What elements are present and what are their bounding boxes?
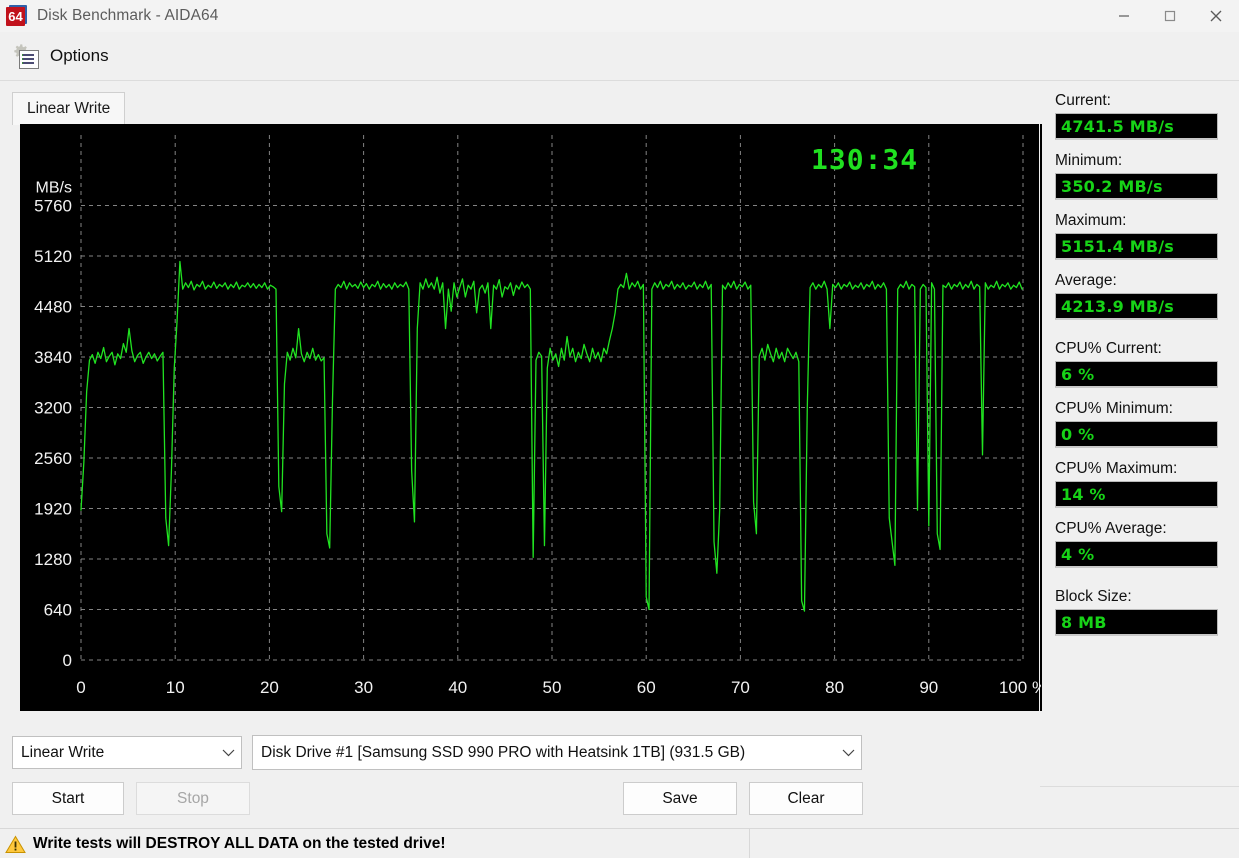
stat-value: 5151.4 MB/s	[1055, 233, 1218, 260]
start-button[interactable]: Start	[12, 782, 124, 815]
title-bar: 64 Disk Benchmark - AIDA64	[0, 0, 1239, 33]
stat-label: CPU% Average:	[1055, 520, 1167, 537]
svg-text:5120: 5120	[34, 247, 72, 266]
sidebar-left-edge	[1039, 92, 1040, 786]
maximize-icon[interactable]	[1147, 0, 1193, 32]
svg-text:MB/s: MB/s	[36, 180, 72, 197]
stat-value: 0 %	[1055, 421, 1218, 448]
test-mode-dropdown[interactable]: Linear Write	[12, 736, 242, 769]
benchmark-chart-panel: 0 640 1280 1920 2560 3200 3840 4480 5120 5760 MB/s…	[20, 124, 1042, 711]
drive-selection-dropdown[interactable]: Disk Drive #1 [Samsung SSD 990 PRO with …	[252, 735, 862, 770]
warning-triangle-icon	[5, 835, 26, 854]
stat-value: 6 %	[1055, 361, 1218, 388]
menu-item-options-label: Options	[50, 46, 109, 65]
svg-text:3840: 3840	[34, 348, 72, 367]
svg-text:50: 50	[543, 678, 562, 697]
stat-block: Current: 4741.5 MB/s	[1055, 92, 1239, 140]
stat-value: 14 %	[1055, 481, 1218, 508]
clear-button[interactable]: Clear	[749, 782, 863, 815]
sidebar-bottom-separator	[1040, 786, 1239, 787]
aida64-icon-red-badge: 64	[6, 7, 25, 26]
stat-label: Maximum:	[1055, 212, 1127, 229]
stat-label: CPU% Maximum:	[1055, 460, 1178, 477]
stat-block: Block Size: 8 MB	[1055, 588, 1239, 636]
menu-item-options[interactable]: Options	[4, 35, 119, 77]
stat-value: 4 %	[1055, 541, 1218, 568]
svg-text:20: 20	[260, 678, 279, 697]
stat-label: Current:	[1055, 92, 1111, 109]
svg-text:90: 90	[919, 678, 938, 697]
svg-text:40: 40	[448, 678, 467, 697]
status-bar-right	[750, 828, 1239, 858]
test-mode-value: Linear Write	[21, 743, 105, 761]
save-button[interactable]: Save	[623, 782, 737, 815]
stat-value: 4213.9 MB/s	[1055, 293, 1218, 320]
stat-block: CPU% Current: 6 %	[1055, 340, 1239, 388]
stat-label: Minimum:	[1055, 152, 1123, 169]
stat-block: CPU% Minimum: 0 %	[1055, 400, 1239, 448]
tab-strip: Linear Write	[12, 92, 1044, 125]
tab-linear-write[interactable]: Linear Write	[12, 92, 126, 125]
svg-text:5760: 5760	[34, 197, 72, 216]
stat-value: 350.2 MB/s	[1055, 173, 1218, 200]
stat-block: Maximum: 5151.4 MB/s	[1055, 212, 1239, 260]
stat-block: CPU% Average: 4 %	[1055, 520, 1239, 568]
svg-text:3200: 3200	[34, 399, 72, 418]
stat-label: Block Size:	[1055, 588, 1132, 605]
stat-value: 8 MB	[1055, 609, 1218, 636]
status-bar-divider	[749, 828, 750, 858]
chevron-down-icon	[835, 748, 861, 757]
stat-label: CPU% Current:	[1055, 340, 1162, 357]
window-title: Disk Benchmark - AIDA64	[37, 7, 219, 24]
stat-block: Average: 4213.9 MB/s	[1055, 272, 1239, 320]
svg-text:80: 80	[825, 678, 844, 697]
warning-status-bar: Write tests will DESTROY ALL DATA on the…	[0, 828, 749, 858]
svg-text:30: 30	[354, 678, 373, 697]
svg-text:70: 70	[731, 678, 750, 697]
svg-text:0: 0	[63, 651, 72, 670]
svg-text:1920: 1920	[34, 500, 72, 519]
drive-selection-value: Disk Drive #1 [Samsung SSD 990 PRO with …	[261, 743, 746, 761]
stat-block: CPU% Maximum: 14 %	[1055, 460, 1239, 508]
window-controls	[1101, 0, 1239, 32]
stat-block: Minimum: 350.2 MB/s	[1055, 152, 1239, 200]
svg-text:1280: 1280	[34, 550, 72, 569]
svg-text:4480: 4480	[34, 298, 72, 317]
aida64-disk-benchmark-window: 64 Disk Benchmark - AIDA64 Options Linea…	[0, 0, 1239, 858]
svg-text:0: 0	[76, 678, 85, 697]
stat-value: 4741.5 MB/s	[1055, 113, 1218, 140]
checklist-document-icon	[19, 50, 39, 69]
svg-text:100 %: 100 %	[999, 678, 1041, 697]
stat-label: Average:	[1055, 272, 1117, 289]
aida64-app-icon: 64	[6, 5, 28, 27]
options-gear-list-icon	[12, 43, 40, 69]
linear-write-graph: 0 640 1280 1920 2560 3200 3840 4480 5120 5760MB/s…	[21, 125, 1041, 710]
menu-bar: Options	[0, 32, 1239, 81]
svg-text:640: 640	[44, 601, 72, 620]
tab-linear-write-label: Linear Write	[27, 100, 111, 117]
svg-text:2560: 2560	[34, 449, 72, 468]
statistics-sidebar: Current: 4741.5 MB/s Minimum: 350.2 MB/s Max…	[1055, 92, 1239, 792]
elapsed-timer: 130:34	[811, 143, 919, 176]
stat-label: CPU% Minimum:	[1055, 400, 1173, 417]
stop-button: Stop	[136, 782, 250, 815]
chevron-down-icon	[215, 748, 241, 757]
close-icon[interactable]	[1193, 0, 1239, 32]
warning-text: Write tests will DESTROY ALL DATA on the…	[33, 835, 446, 852]
minimize-icon[interactable]	[1101, 0, 1147, 32]
svg-text:60: 60	[637, 678, 656, 697]
svg-text:10: 10	[166, 678, 185, 697]
